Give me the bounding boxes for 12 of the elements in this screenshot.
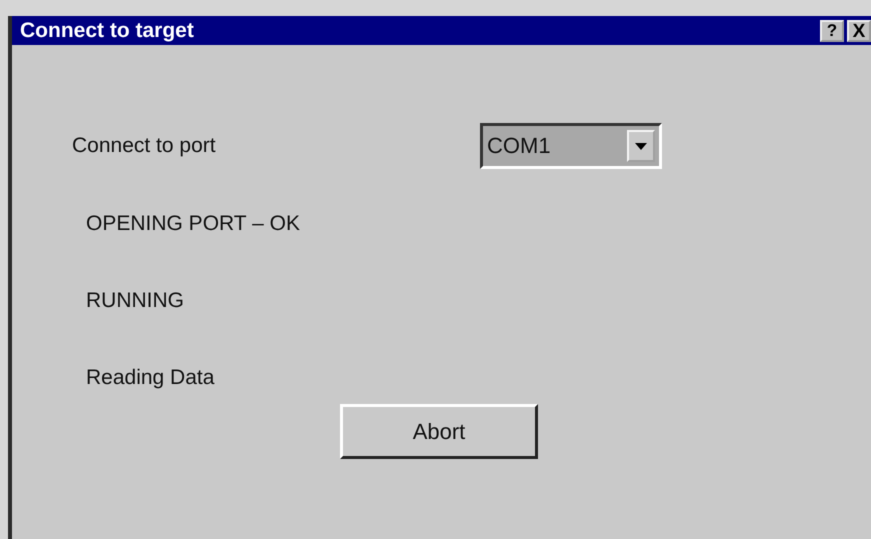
status-text: OPENING PORT – OK	[86, 210, 301, 236]
close-button[interactable]: X	[847, 20, 871, 42]
caret-icon	[635, 142, 647, 150]
status-text: Reading Data	[86, 364, 216, 390]
abort-button[interactable]: Abort	[340, 404, 538, 459]
port-dropdown[interactable]: COM1	[480, 123, 662, 169]
dropdown-value: COM1	[487, 133, 551, 159]
window-title: Connect to target	[20, 18, 194, 42]
status-text: RUNNING	[86, 288, 185, 314]
help-button[interactable]: ?	[820, 20, 844, 42]
dropdown-arrow-button[interactable]	[627, 130, 655, 162]
port-label: Connect to port	[72, 134, 217, 158]
